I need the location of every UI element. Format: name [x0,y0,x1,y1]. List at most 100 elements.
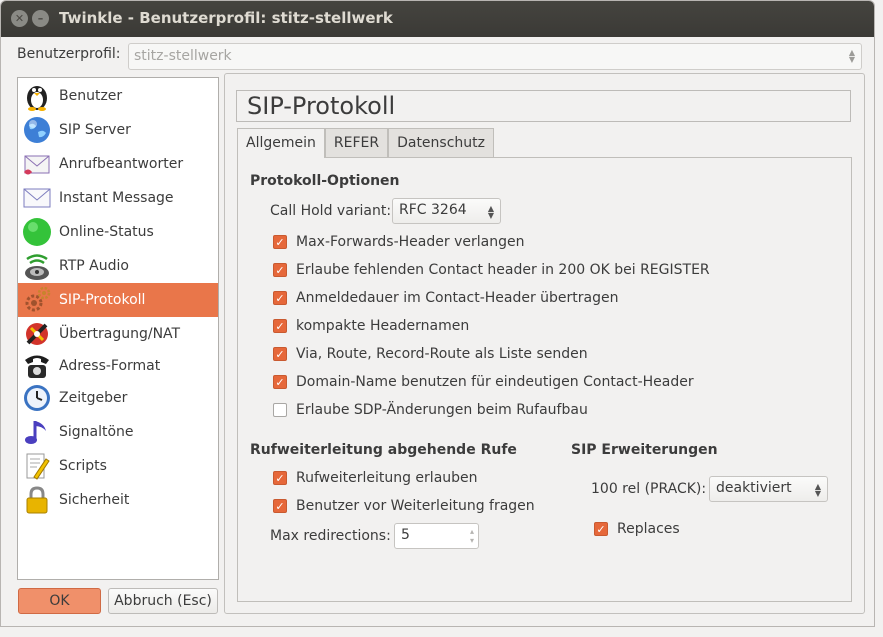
max-redirections-spinbox[interactable]: 5 ▴ ▾ [394,523,479,549]
checkmark-icon: ✓ [273,347,287,361]
checkbox-missing-contact[interactable]: ✓ Erlaube fehlenden Contact header in 200… [273,262,710,278]
sidebar-item-anrufbeantworter[interactable]: Anrufbeantworter [18,147,218,181]
profile-value: stitz-stellwerk [134,48,232,64]
sidebar-item-label: RTP Audio [59,258,129,274]
tab-refer[interactable]: REFER [324,128,389,157]
dialog-window: ✕ – Twinkle - Benutzerprofil: stitz-stel… [0,0,875,627]
checkbox-label: Benutzer vor Weiterleitung fragen [296,498,535,514]
checkbox-compact-headers[interactable]: ✓ kompakte Headernamen [273,318,469,334]
voicemail-icon [21,148,53,180]
checkbox-label: Erlaube SDP-Änderungen beim Rufaufbau [296,402,588,418]
network-icon [21,318,53,350]
max-redirections-value: 5 [401,527,410,543]
checkbox-via-route-list[interactable]: ✓ Via, Route, Record-Route als Liste send… [273,346,588,362]
section-rufweiterleitung: Rufweiterleitung abgehende Rufe [250,442,517,458]
sidebar-item-sicherheit[interactable]: Sicherheit [18,483,218,517]
section-sip-erweiterungen: SIP Erweiterungen [571,442,718,458]
profile-label: Benutzerprofil: [17,46,121,62]
sidebar-item-uebertragung-nat[interactable]: Übertragung/NAT [18,317,218,351]
checkbox-label: Rufweiterleitung erlauben [296,470,478,486]
section-protokoll-optionen: Protokoll-Optionen [250,173,400,189]
sidebar-item-benutzer[interactable]: Benutzer [18,79,218,113]
checkbox-empty-icon [273,403,287,417]
close-window-button[interactable]: ✕ [11,10,28,27]
sidebar-item-signaltoene[interactable]: Signaltöne [18,415,218,449]
tab-datenschutz[interactable]: Datenschutz [388,128,494,157]
checkbox-domain-name[interactable]: ✓ Domain-Name benutzen für eindeutigen Co… [273,374,694,390]
telephone-icon [21,350,53,382]
close-icon: ✕ [14,12,25,25]
sidebar-item-label: Adress-Format [59,358,161,374]
checkbox-label: Domain-Name benutzen für eindeutigen Con… [296,374,694,390]
profile-row: Benutzerprofil: stitz-stellwerk ▲ ▼ [17,43,862,70]
checkbox-registration-duration[interactable]: ✓ Anmeldedauer im Contact-Header übertrag… [273,290,619,306]
sidebar-item-adress-format[interactable]: Adress-Format [18,349,218,383]
sidebar-item-sip-server[interactable]: SIP Server [18,113,218,147]
penguin-icon [21,80,53,112]
updown-arrows-icon: ▴ ▾ [469,527,474,545]
page-title: SIP-Protokoll [236,90,851,122]
checkmark-icon: ✓ [273,263,287,277]
rel100-select[interactable]: deaktiviert ▲ ▼ [709,476,828,502]
max-redirections-label: Max redirections: [270,528,391,544]
checkbox-ask-before-forwarding[interactable]: ✓ Benutzer vor Weiterleitung fragen [273,498,535,514]
checkbox-sdp-changes[interactable]: Erlaube SDP-Änderungen beim Rufaufbau [273,402,588,418]
checkbox-label: kompakte Headernamen [296,318,470,334]
checkmark-icon: ✓ [273,291,287,305]
checkbox-label: Replaces [617,521,680,537]
status-green-icon [21,216,53,248]
profile-select[interactable]: stitz-stellwerk ▲ ▼ [128,43,862,70]
title-bar: ✕ – Twinkle - Benutzerprofil: stitz-stel… [1,1,874,37]
rel100-value: deaktiviert [716,480,792,496]
sidebar-item-label: Anrufbeantworter [59,156,184,172]
checkbox-label: Max-Forwards-Header verlangen [296,234,525,250]
tab-panel-allgemein: Protokoll-Optionen Call Hold variant: RF… [237,157,852,602]
checkmark-icon: ✓ [273,235,287,249]
ok-button[interactable]: OK [18,588,101,614]
sidebar-item-online-status[interactable]: Online-Status [18,215,218,249]
call-hold-value: RFC 3264 [399,202,467,218]
sidebar-item-label: Zeitgeber [59,390,128,406]
sidebar-item-label: Scripts [59,458,107,474]
sidebar-item-instant-message[interactable]: Instant Message [18,181,218,215]
checkmark-icon: ✓ [273,319,287,333]
sidebar-item-label: Übertragung/NAT [59,326,181,342]
gear-icon [21,284,53,316]
checkbox-label: Anmeldedauer im Contact-Header übertrage… [296,290,619,306]
tab-allgemein[interactable]: Allgemein [237,128,325,158]
script-icon [21,450,53,482]
globe-icon [21,114,53,146]
call-hold-select[interactable]: RFC 3264 ▲ ▼ [392,198,501,224]
speaker-icon [21,250,53,282]
sidebar-item-label: Benutzer [59,88,123,104]
sidebar-item-rtp-audio[interactable]: RTP Audio [18,249,218,283]
minimize-window-button[interactable]: – [32,10,49,27]
category-sidebar: Benutzer SIP Server Anrufbeantworter Ins… [17,77,219,580]
sidebar-item-zeitgeber[interactable]: Zeitgeber [18,381,218,415]
checkbox-replaces[interactable]: ✓ Replaces [594,521,680,537]
window-title: Twinkle - Benutzerprofil: stitz-stellwer… [59,9,393,27]
checkbox-allow-forwarding[interactable]: ✓ Rufweiterleitung erlauben [273,470,478,486]
checkmark-icon: ✓ [273,471,287,485]
sidebar-item-sip-protokoll[interactable]: SIP-Protokoll [18,283,218,317]
call-hold-label: Call Hold variant: [270,203,392,219]
sidebar-item-label: Instant Message [59,190,174,206]
lock-icon [21,484,53,516]
checkbox-label: Erlaube fehlenden Contact header in 200 … [296,262,710,278]
tab-bar: Allgemein REFER Datenschutz [237,128,494,158]
cancel-button[interactable]: Abbruch (Esc) [108,588,218,614]
checkbox-label: Via, Route, Record-Route als Liste sende… [296,346,588,362]
checkmark-icon: ✓ [273,375,287,389]
sidebar-item-label: Signaltöne [59,424,134,440]
updown-arrows-icon: ▲ ▼ [814,482,821,498]
music-note-icon [21,416,53,448]
sidebar-item-scripts[interactable]: Scripts [18,449,218,483]
clock-icon [21,382,53,414]
checkmark-icon: ✓ [594,522,608,536]
minimize-icon: – [37,12,44,25]
sidebar-item-label: SIP Server [59,122,131,138]
sidebar-item-label: Online-Status [59,224,154,240]
updown-arrows-icon: ▲ ▼ [487,204,494,220]
envelope-icon [21,182,53,214]
checkbox-max-forwards[interactable]: ✓ Max-Forwards-Header verlangen [273,234,524,250]
